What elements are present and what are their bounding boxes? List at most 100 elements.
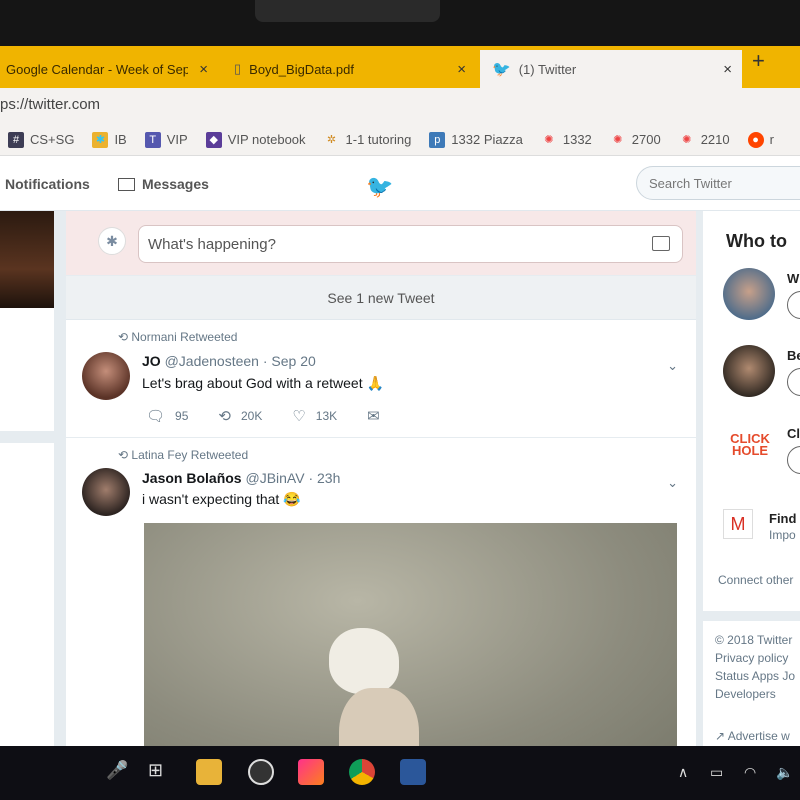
chevron-down-icon[interactable]: ⌄ [667,475,678,491]
find-friends-title[interactable]: Find [769,511,796,526]
bookmark-vip-notebook[interactable]: ◆ VIP notebook [205,131,306,148]
connect-other-link[interactable]: Connect other [718,573,793,587]
address-bar[interactable]: ps://twitter.com [0,88,800,124]
file-explorer-icon[interactable] [196,759,222,785]
close-tab-icon[interactable]: × [457,61,466,78]
new-tweets-banner[interactable]: See 1 new Tweet [66,276,696,320]
tab-google-calendar[interactable]: Google Calendar - Week of Sept × [0,50,218,88]
avatar[interactable] [82,468,130,516]
screen-bezel [0,0,800,46]
close-tab-icon[interactable]: × [199,61,208,78]
who-to-follow-card: Who to W Be CLICK HOLE Cl M Find Impo Co… [703,211,800,611]
word-icon[interactable] [400,759,426,785]
profile-banner-image [0,211,54,308]
suggestion-name[interactable]: Cl [787,426,800,441]
microphone-icon[interactable]: 🎤 [106,760,128,781]
chrome-icon[interactable] [349,759,375,785]
suggestion-name[interactable]: Be [787,348,800,363]
tweet-text: i wasn't expecting that 😂 [142,491,301,507]
bookmark-2210[interactable]: ✺ 2210 [679,132,730,148]
follow-button[interactable] [787,368,800,396]
bookmark-reddit[interactable]: ● r [747,131,774,148]
tweet-header: JO @Jadenosteen · Sep 20 [142,353,316,369]
task-view-icon[interactable]: ⊞ [148,760,163,781]
footer-card: © 2018 Twitter Privacy policy Status App… [703,621,800,746]
nav-messages[interactable]: Messages [118,176,209,192]
app-p-icon[interactable] [248,759,274,785]
envelope-icon: ✉ [367,408,380,425]
tweet[interactable]: ⟲ Normani Retweeted JO @Jadenosteen · Se… [66,320,696,438]
suggestion-avatar[interactable] [723,345,775,397]
video-subject-body [339,688,419,746]
bookmark-tutoring[interactable]: ✲ 1-1 tutoring [324,132,411,148]
tweet[interactable]: ⟲ Latina Fey Retweeted Jason Bolaños @JB… [66,438,696,746]
envelope-icon [118,177,135,191]
privacy-policy-link[interactable]: Privacy policy [715,651,788,665]
profile-card[interactable] [0,211,54,431]
chevron-down-icon[interactable]: ⌄ [667,358,678,374]
tweet-actions: 🗨 95 ⟲ 20K ♡ 13K ✉ [146,407,420,425]
tab-strip: Google Calendar - Week of Sept × ▯ Boyd_… [0,46,800,88]
twitter-page: Notifications Messages 🐦 Search Twitter … [0,156,800,746]
bookmark-2700[interactable]: ✺ 2700 [610,132,661,148]
suggestion-name[interactable]: W [787,271,799,286]
video-subject [329,628,399,694]
nav-notifications[interactable]: Notifications [5,176,90,192]
gmail-icon: M [723,509,753,539]
compose-bar: ✱ What's happening? [66,211,696,276]
hashtag-icon: # [8,131,24,148]
jetbrains-icon[interactable] [298,759,324,785]
copyright: © 2018 Twitter [715,633,793,647]
clickhole-logo[interactable]: CLICK HOLE [725,432,775,457]
bookmark-1332[interactable]: ✺ 1332 [541,132,592,148]
left-column [0,211,56,746]
search-input[interactable]: Search Twitter [636,166,800,200]
canvas-icon: ✺ [613,133,623,146]
compose-input[interactable]: What's happening? [138,225,683,263]
volume-icon[interactable]: 🔈 [776,764,793,781]
piazza-icon: p [429,131,446,148]
tab-title: (1) Twitter [518,61,577,77]
retweet-context: ⟲ Normani Retweeted [118,330,238,344]
follow-button[interactable] [787,446,800,474]
battery-icon[interactable]: ▭ [710,764,723,781]
bookmark-vip[interactable]: T VIP [144,131,188,148]
retweet-icon: ⟲ [118,330,132,344]
tab-twitter[interactable]: 🐦 (1) Twitter × [480,50,742,88]
timeline: ✱ What's happening? See 1 new Tweet ⟲ No… [66,211,696,746]
tweet-header: Jason Bolaños @JBinAV · 23h [142,470,341,486]
retweet-button[interactable]: ⟲ 20K [218,407,262,425]
bookmark-cs-sg[interactable]: # CS+SG [8,131,74,148]
avatar[interactable] [82,352,130,400]
image-upload-icon[interactable] [652,236,670,251]
direct-message-button[interactable]: ✉ [367,407,390,425]
bookmark-ib[interactable]: ✱ IB [92,131,127,148]
slack-icon: ✱ [92,131,109,148]
retweet-icon: ⟲ [118,448,132,462]
twitter-bird-icon: 🐦 [492,61,511,78]
bookmarks-bar: # CS+SG ✱ IB T VIP ◆ VIP notebook ✲ 1-1 tutor… [0,124,800,156]
trends-card [0,443,54,746]
tab-boyd-bigdata[interactable]: ▯ Boyd_BigData.pdf × [222,50,476,88]
reply-icon: 🗨 [146,408,166,425]
like-button[interactable]: ♡ 13K [292,407,337,425]
reply-button[interactable]: 🗨 95 [146,407,188,425]
new-tab-button[interactable]: + [752,48,765,74]
chevron-up-icon[interactable]: ∧ [678,764,688,781]
canvas-icon: ✺ [544,133,554,146]
developers-link[interactable]: Developers [715,687,776,701]
cube-icon: ◆ [205,131,222,148]
wifi-icon[interactable]: ◠ [744,764,756,781]
twitter-logo-icon[interactable]: 🐦 [366,174,393,200]
advertise-link[interactable]: ↗ Advertise w [715,729,790,743]
suggestion-avatar[interactable] [723,268,775,320]
twitter-top-nav: Notifications Messages 🐦 Search Twitter [0,156,800,211]
who-to-follow-title: Who to [726,231,787,251]
follow-button[interactable] [787,291,800,319]
tweet-video[interactable] [144,523,677,746]
right-column: Who to W Be CLICK HOLE Cl M Find Impo Co… [703,211,800,746]
bookmark-piazza[interactable]: p 1332 Piazza [429,131,523,148]
user-avatar[interactable]: ✱ [98,227,126,255]
close-tab-icon[interactable]: × [723,61,732,78]
footer-links[interactable]: Status Apps Jo [715,669,795,683]
